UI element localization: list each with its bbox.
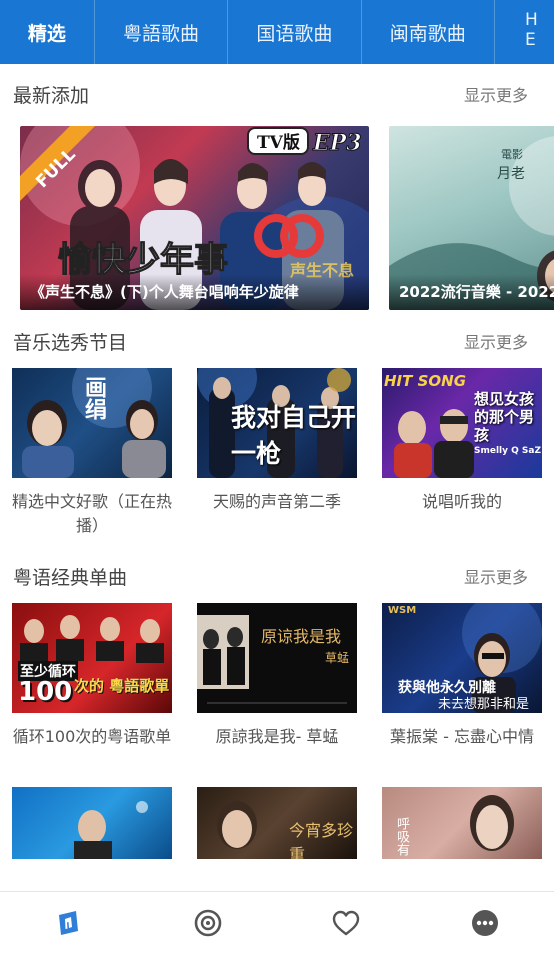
featured-card-partial[interactable]: 電影 月老 2022流行音樂 - 2022 xyxy=(389,126,554,310)
section-title-cantonese: 粤语经典单曲 xyxy=(13,563,127,590)
song-thumbnail: 至少循环 100 次的 粵語歌單 xyxy=(12,603,172,713)
song-thumbnail-partial xyxy=(12,787,172,859)
song-thumb-text-partial: 今宵多珍重 xyxy=(289,817,357,859)
song-thumbnail: WSM 获與他永久別離 未去想那非和是 xyxy=(382,603,542,713)
bottom-navigation xyxy=(0,891,554,953)
show-card[interactable]: 画绢 精选中文好歌（正在热播） xyxy=(12,368,172,538)
show-more-cantonese-link[interactable]: 显示更多 xyxy=(464,564,528,588)
show-thumbnail: 我对自己开一枪 xyxy=(197,368,357,478)
song-thumb-logo: WSM xyxy=(388,605,416,616)
featured-caption: 《声生不息》(下)个人舞台唱响年少旋律 xyxy=(20,274,369,310)
latest-section-header: 最新添加 显示更多 xyxy=(0,74,554,114)
featured-caption-partial: 2022流行音樂 - 2022 xyxy=(389,274,554,310)
partial-overlay-top: 電影 xyxy=(501,148,523,161)
show-title: 天赐的声音第二季 xyxy=(197,490,357,514)
song-thumb-text2: 未去想那非和是 xyxy=(438,693,529,712)
tab-next-line2: E xyxy=(525,30,536,50)
home-icon xyxy=(56,909,82,937)
tab-hokkien-songs[interactable]: 闽南歌曲 xyxy=(362,0,495,64)
tab-cantonese-songs[interactable]: 粤語歌曲 xyxy=(95,0,228,64)
show-title: 说唱听我的 xyxy=(382,490,542,514)
song-title: 葉振棠 - 忘盡心中情 xyxy=(382,725,542,749)
song-thumbnail-partial: 呼吸有 xyxy=(382,787,542,859)
tab-next-line1: H xyxy=(525,10,538,30)
shows-section-header: 音乐选秀节目 显示更多 xyxy=(0,321,554,361)
vinyl-icon xyxy=(194,909,222,937)
show-thumbnail: HIT SONG 想见女孩的那个男孩 Smelly Q SaZ xyxy=(382,368,542,478)
show-thumb-text: HIT SONG xyxy=(384,372,466,390)
nav-discover[interactable] xyxy=(139,892,278,953)
song-card[interactable]: WSM 获與他永久別離 未去想那非和是 葉振棠 - 忘盡心中情 xyxy=(382,603,542,749)
song-title: 原諒我是我- 草蜢 xyxy=(197,725,357,749)
song-card-partial[interactable]: 今宵多珍重 xyxy=(197,787,357,859)
nav-more[interactable] xyxy=(416,892,554,953)
featured-carousel[interactable]: 声生不息 FULL TV版 EP3 愉快少年事 《声生不息》(下)个人舞台唱响年… xyxy=(0,126,554,310)
heart-icon xyxy=(331,909,361,937)
section-title-latest: 最新添加 xyxy=(13,81,89,108)
show-card[interactable]: 我对自己开一枪 天赐的声音第二季 xyxy=(197,368,357,514)
tab-mandarin-songs[interactable]: 国语歌曲 xyxy=(228,0,361,64)
show-thumb-text: 画绢 xyxy=(78,376,110,420)
show-more-latest-link[interactable]: 显示更多 xyxy=(464,82,528,106)
ep-badge-text: EP3 xyxy=(312,130,362,156)
song-thumb-number: 100 xyxy=(18,677,72,707)
song-card-partial[interactable] xyxy=(12,787,172,859)
song-thumb-text2: 次的 粵語歌單 xyxy=(74,675,169,696)
song-card[interactable]: 至少循环 100 次的 粵語歌單 循环100次的粤语歌单 xyxy=(12,603,172,749)
nav-home[interactable] xyxy=(0,892,139,953)
song-card-partial[interactable]: 呼吸有 xyxy=(382,787,542,859)
tab-featured[interactable]: 精选 xyxy=(0,0,95,64)
song-thumbnail-partial: 今宵多珍重 xyxy=(197,787,357,859)
song-title: 循环100次的粤语歌单 xyxy=(12,725,172,749)
tab-next-partial[interactable]: H E xyxy=(495,0,554,64)
show-thumb-text2: 想见女孩的那个男孩 xyxy=(474,390,538,444)
song-card[interactable]: 原谅我是我 草蜢 原諒我是我- 草蜢 xyxy=(197,603,357,749)
show-card[interactable]: HIT SONG 想见女孩的那个男孩 Smelly Q SaZ 说唱听我的 xyxy=(382,368,542,514)
show-thumb-text: 我对自己开一枪 xyxy=(231,398,357,470)
song-thumbnail: 原谅我是我 草蜢 xyxy=(197,603,357,713)
nav-favorites[interactable] xyxy=(277,892,416,953)
show-thumbnail: 画绢 xyxy=(12,368,172,478)
song-thumb-sub: 草蜢 xyxy=(325,649,349,666)
show-more-shows-link[interactable]: 显示更多 xyxy=(464,329,528,353)
cantonese-section-header: 粤语经典单曲 显示更多 xyxy=(0,556,554,596)
more-icon xyxy=(471,909,499,937)
show-title: 精选中文好歌（正在热播） xyxy=(12,490,172,538)
featured-card[interactable]: 声生不息 FULL TV版 EP3 愉快少年事 《声生不息》(下)个人舞台唱响年… xyxy=(20,126,369,310)
song-thumb-text: 原谅我是我 xyxy=(261,623,341,647)
tv-badge-text: TV版 xyxy=(257,132,300,153)
partial-overlay-title: 月老 xyxy=(497,166,525,182)
song-thumb-text-partial: 呼吸有 xyxy=(392,817,411,856)
show-thumb-text3: Smelly Q SaZ xyxy=(474,446,541,456)
section-title-shows: 音乐选秀节目 xyxy=(13,328,127,355)
category-tab-bar: 精选 粤語歌曲 国语歌曲 闽南歌曲 H E xyxy=(0,0,554,64)
